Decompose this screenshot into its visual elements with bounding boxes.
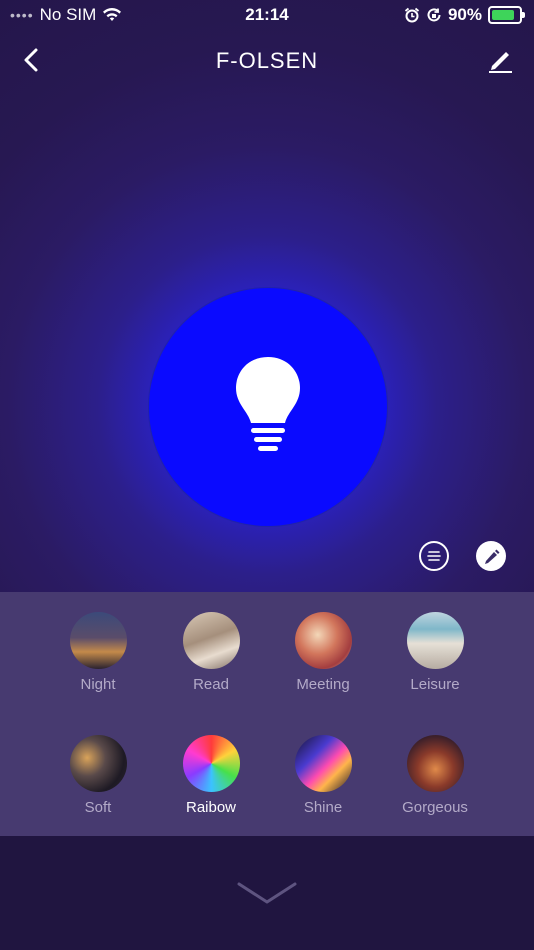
soft-scene-thumb — [69, 735, 127, 792]
scene-label: Soft — [84, 799, 112, 816]
scene-panel: Night Read Meeting Leisure Soft Raibow S… — [0, 592, 534, 836]
nav-bar: F-OLSEN — [0, 40, 534, 80]
list-icon — [427, 551, 441, 561]
shine-scene-thumb — [294, 735, 352, 792]
night-scene-thumb — [69, 612, 127, 669]
battery-percent: 90% — [447, 5, 482, 24]
status-bar: •••• No SIM 21:14 90% — [0, 0, 534, 30]
scene-label: Read — [193, 676, 229, 693]
custom-color-button[interactable] — [476, 541, 506, 571]
menu-list-button[interactable] — [419, 541, 449, 571]
page-title: F-OLSEN — [215, 48, 319, 73]
scene-label: Night — [80, 676, 116, 693]
scene-label: Meeting — [296, 676, 350, 693]
gorgeous-scene-thumb — [406, 735, 464, 792]
power-toggle-button[interactable] — [148, 287, 388, 527]
scene-label: Shine — [303, 799, 343, 816]
battery-icon — [488, 6, 525, 24]
scene-night[interactable]: Night — [43, 612, 153, 693]
scene-read[interactable]: Read — [156, 612, 266, 693]
lightbulb-icon — [236, 357, 300, 451]
scene-soft[interactable]: Soft — [43, 735, 153, 816]
scene-meeting[interactable]: Meeting — [268, 612, 378, 693]
edit-name-icon[interactable] — [486, 46, 514, 74]
scene-shine[interactable]: Shine — [268, 735, 378, 816]
meeting-scene-thumb — [294, 612, 352, 669]
read-scene-thumb — [182, 612, 240, 669]
pencil-icon — [485, 549, 500, 564]
scene-gorgeous[interactable]: Gorgeous — [380, 735, 490, 816]
leisure-scene-thumb — [406, 612, 464, 669]
scene-label: Leisure — [410, 676, 460, 693]
scene-rainbow[interactable]: Raibow — [156, 735, 266, 816]
alarm-icon — [404, 7, 420, 23]
rotation-lock-icon — [427, 8, 441, 22]
bottom-bar — [0, 836, 534, 950]
scene-label: Raibow — [185, 799, 237, 816]
scene-label: Gorgeous — [402, 799, 468, 816]
scene-leisure[interactable]: Leisure — [380, 612, 490, 693]
chevron-down-icon[interactable] — [237, 880, 297, 906]
rainbow-scene-thumb — [182, 735, 240, 792]
